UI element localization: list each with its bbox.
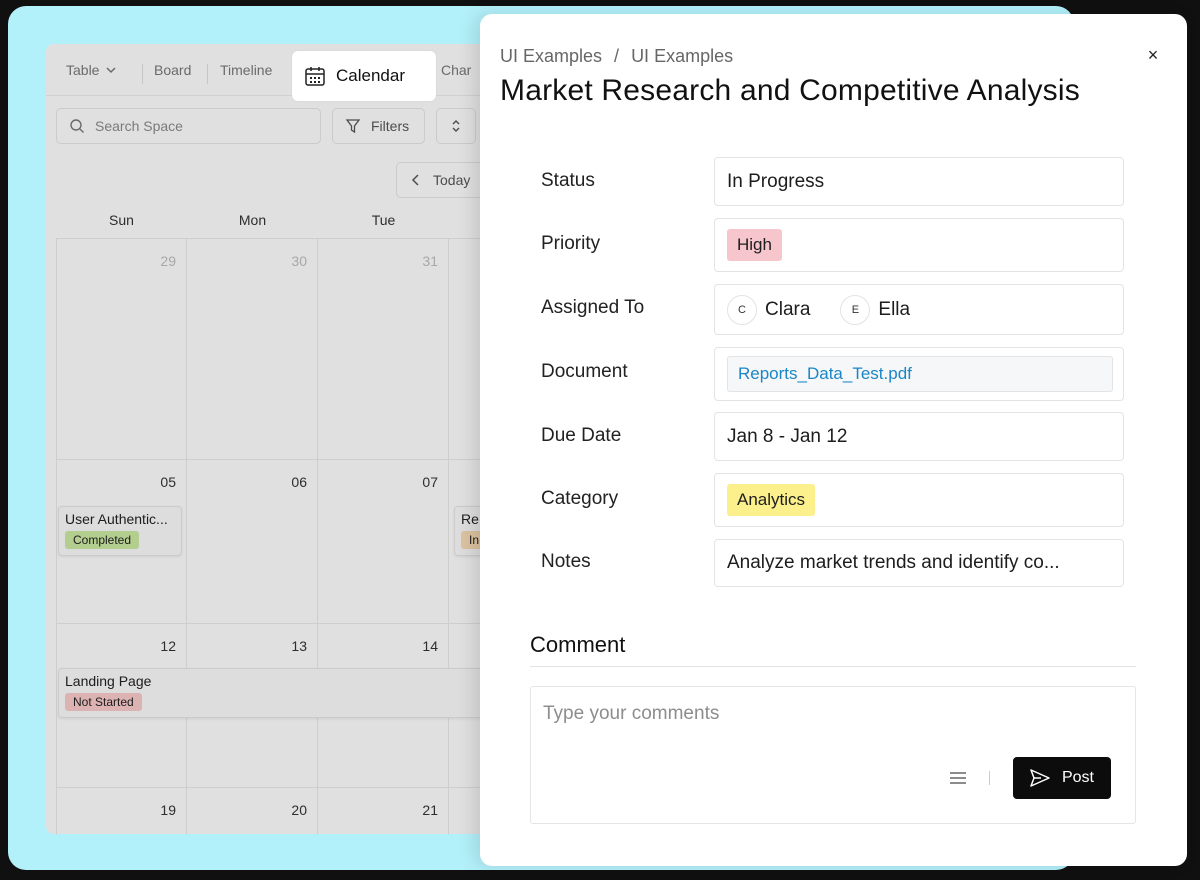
tab-timeline-label: Timeline (220, 62, 273, 78)
tab-chart[interactable]: Char (441, 44, 471, 96)
page-title: Market Research and Competitive Analysis (500, 74, 1080, 107)
assignee[interactable]: E Ella (840, 294, 911, 325)
assigned-to-field[interactable]: C Clara E Ella (714, 284, 1124, 335)
breadcrumb-item[interactable]: UI Examples (631, 46, 733, 67)
today-label: Today (433, 172, 471, 188)
search-placeholder: Search Space (95, 118, 183, 134)
day-number: 12 (160, 638, 176, 654)
day-number: 05 (160, 474, 176, 490)
day-cell[interactable]: 29 (56, 238, 187, 460)
day-number: 20 (291, 802, 307, 818)
assignee-name: Clara (765, 298, 811, 320)
chevron-left-icon (411, 174, 419, 186)
day-number: 14 (422, 638, 438, 654)
comment-divider (530, 666, 1136, 667)
weekday-tue: Tue (371, 212, 396, 228)
search-input[interactable]: Search Space (56, 108, 321, 144)
tab-calendar-label: Calendar (336, 66, 405, 85)
day-number: 30 (291, 253, 307, 269)
tab-table[interactable]: Table (66, 44, 117, 96)
status-value: In Progress (727, 170, 825, 192)
status-badge: Not Started (65, 693, 142, 711)
sort-button[interactable] (436, 108, 476, 144)
document-link[interactable]: Reports_Data_Test.pdf (727, 356, 1113, 392)
priority-field[interactable]: High (714, 218, 1124, 272)
tab-board-label: Board (154, 62, 192, 78)
filters-button[interactable]: Filters (332, 108, 425, 144)
day-cell[interactable]: 06 (187, 460, 318, 624)
priority-chip: High (727, 229, 782, 261)
day-number: 06 (291, 474, 307, 490)
breadcrumb-separator: / (614, 46, 620, 66)
post-label: Post (1061, 769, 1094, 786)
status-badge: Completed (65, 531, 140, 549)
due-date-field[interactable]: Jan 8 - Jan 12 (714, 412, 1124, 461)
toolbar-divider (989, 771, 990, 785)
tab-timeline[interactable]: Timeline (220, 44, 272, 96)
tab-chart-label: Char (441, 62, 472, 78)
calendar-event[interactable]: Landing Page Not Started (58, 668, 506, 718)
avatar: C (727, 294, 757, 325)
view-tabs: Table Board Timeline Char (46, 44, 506, 96)
day-cell[interactable]: 31 (318, 238, 449, 460)
day-number: 07 (422, 474, 438, 490)
status-field[interactable]: In Progress (714, 157, 1124, 206)
day-cell[interactable]: 07 (318, 460, 449, 624)
day-cell[interactable]: 30 (187, 238, 318, 460)
chevron-down-icon (106, 67, 116, 74)
format-menu-icon[interactable] (947, 767, 969, 789)
tab-divider (207, 64, 208, 84)
tab-board[interactable]: Board (154, 44, 191, 96)
breadcrumb-item[interactable]: UI Examples (500, 46, 602, 67)
assigned-to-label: Assigned To (541, 297, 645, 318)
post-button[interactable]: Post (1013, 757, 1111, 799)
comment-placeholder: Type your comments (543, 703, 720, 724)
day-number: 29 (160, 253, 176, 269)
close-icon[interactable]: × (1142, 44, 1164, 66)
day-cell[interactable]: 21 (318, 788, 449, 834)
notes-field[interactable]: Analyze market trends and identify co... (714, 539, 1124, 587)
document-label: Document (541, 361, 628, 382)
assignee[interactable]: C Clara (727, 294, 811, 325)
send-icon (1030, 769, 1050, 787)
tab-divider (142, 64, 143, 84)
category-label: Category (541, 488, 619, 509)
weekday-sun: Sun (109, 212, 134, 228)
comment-input[interactable]: Type your comments Post (530, 686, 1136, 824)
event-title: Landing Page (65, 673, 152, 689)
event-title: User Authentic... (65, 511, 168, 527)
day-cell[interactable]: 19 (56, 788, 187, 834)
day-cell[interactable]: 20 (187, 788, 318, 834)
search-icon (70, 119, 84, 133)
category-field[interactable]: Analytics (714, 473, 1124, 527)
day-number: 19 (160, 802, 176, 818)
due-date-label: Due Date (541, 425, 622, 446)
notes-label: Notes (541, 551, 591, 572)
day-number: 31 (422, 253, 438, 269)
comment-heading: Comment (530, 632, 626, 657)
category-chip: Analytics (727, 484, 816, 516)
breadcrumb: UI Examples / UI Examples (500, 46, 733, 67)
filters-label: Filters (371, 118, 410, 134)
assignee-name: Ella (878, 298, 911, 320)
document-field: Reports_Data_Test.pdf (714, 347, 1124, 401)
weekday-mon: Mon (238, 212, 267, 228)
status-label: Status (541, 170, 595, 191)
due-date-value: Jan 8 - Jan 12 (727, 425, 848, 447)
priority-label: Priority (541, 233, 601, 254)
avatar: E (840, 294, 871, 325)
day-number: 13 (291, 638, 307, 654)
task-detail-panel: UI Examples / UI Examples × Market Resea… (480, 14, 1187, 866)
tab-table-label: Table (66, 62, 100, 78)
notes-value: Analyze market trends and identify co... (727, 552, 1060, 573)
calendar-icon (305, 67, 325, 86)
day-number: 21 (422, 802, 438, 818)
calendar-event[interactable]: User Authentic... Completed (58, 506, 182, 556)
calendar-app: Table Board Timeline Char Search Space F… (46, 44, 506, 834)
sort-icon (452, 120, 460, 132)
filter-icon (345, 119, 361, 134)
tab-calendar[interactable]: Calendar (292, 51, 436, 101)
